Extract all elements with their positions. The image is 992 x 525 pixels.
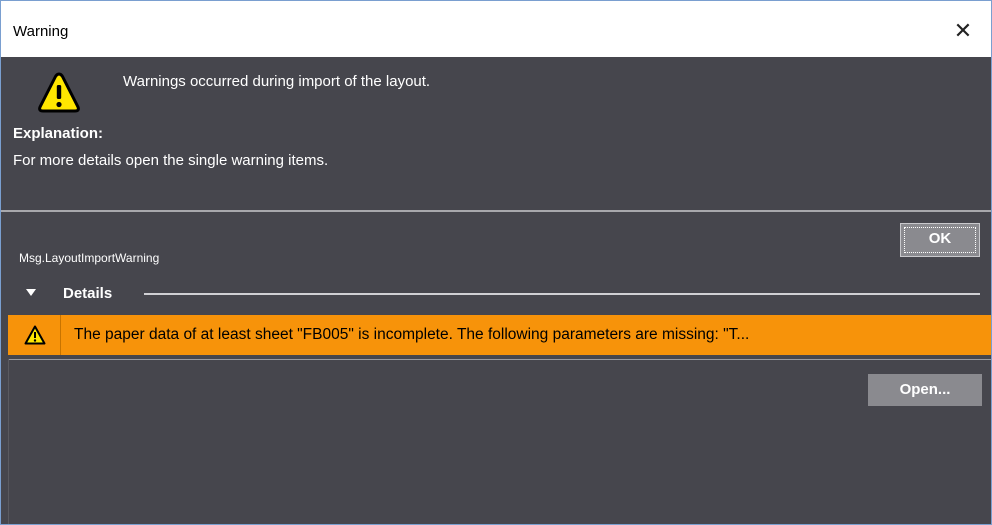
warning-item-text: The paper data of at least sheet "FB005"…: [74, 326, 750, 343]
section-divider: [1, 210, 991, 212]
close-icon: ✕: [953, 18, 973, 43]
warning-triangle-icon: [38, 72, 80, 113]
warning-dialog: Warning ✕ Warnings occurred during impor…: [0, 0, 992, 525]
close-button[interactable]: ✕: [935, 1, 991, 57]
explanation-text: For more details open the single warning…: [13, 152, 329, 169]
open-button[interactable]: Open...: [868, 374, 982, 406]
ok-button[interactable]: OK: [900, 223, 980, 257]
focus-ring: [904, 227, 976, 253]
details-header[interactable]: Details: [63, 285, 112, 302]
warning-triangle-icon: [24, 325, 46, 345]
message-id: Msg.LayoutImportWarning: [19, 251, 160, 265]
list-left-border: [8, 359, 9, 524]
warning-list-item[interactable]: The paper data of at least sheet "FB005"…: [8, 315, 991, 355]
explanation-title: Explanation:: [13, 125, 104, 142]
window-title: Warning: [13, 23, 69, 40]
warning-headline: Warnings occurred during import of the l…: [123, 73, 431, 90]
expand-triangle-icon[interactable]: [25, 288, 37, 298]
title-bar: Warning ✕: [1, 1, 991, 57]
row-divider: [60, 315, 61, 355]
details-divider: [144, 293, 980, 295]
list-bottom-border: [8, 359, 991, 360]
